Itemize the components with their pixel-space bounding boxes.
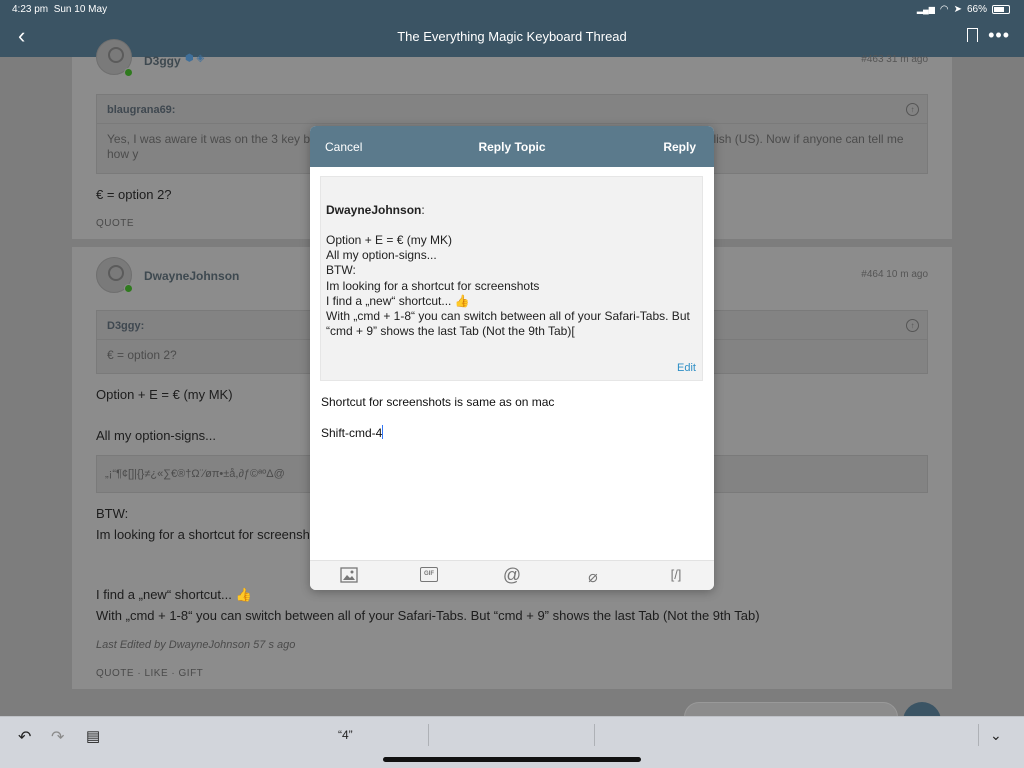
more-icon[interactable]: ••• (988, 26, 1010, 44)
bookmark-icon[interactable] (967, 28, 979, 42)
divider (978, 724, 979, 746)
divider (594, 724, 595, 746)
composer-toolbar: GIF @ ⌀ [/] (310, 560, 714, 590)
quoted-line: I find a „new“ shortcut... 👍 (326, 293, 470, 308)
reply-text-current[interactable]: Shift-cmd-4 (321, 426, 382, 440)
redo-icon[interactable]: ↷ (51, 727, 64, 747)
post-actions[interactable]: QUOTE · LIKE · GIFT (96, 668, 203, 679)
quoted-line: BTW: (326, 263, 356, 278)
modal-title: Reply Topic (478, 140, 546, 154)
status-right: ▂▄▆ ◠ ➤ 66% (917, 4, 1010, 15)
quoted-username-colon: : (421, 203, 425, 217)
paste-icon[interactable]: ▤ (86, 727, 100, 745)
page-title: The Everything Magic Keyboard Thread (397, 29, 627, 44)
reply-button[interactable]: Reply (663, 140, 696, 154)
text-caret (382, 425, 384, 439)
post-meta: #464 10 m ago (861, 269, 928, 280)
quoted-username: DwayneJohnson (326, 203, 422, 217)
quoted-post-box: DwayneJohnson: Option + E = € (my MK) Al… (320, 176, 703, 381)
post-body-line: Option + E = € (my MK) (96, 387, 233, 402)
post-actions[interactable]: QUOTE (96, 218, 134, 229)
home-indicator (383, 757, 641, 762)
online-indicator (124, 284, 133, 293)
status-time-date: 4:23 pm Sun 10 May (12, 4, 107, 15)
jump-up-icon[interactable]: ↑ (906, 319, 919, 332)
modal-header: Cancel Reply Topic Reply (310, 126, 714, 167)
dismiss-keyboard-icon[interactable]: ⌄ (990, 727, 1002, 744)
mention-icon[interactable]: @ (502, 565, 522, 585)
post-username[interactable]: D3ggy (144, 54, 181, 68)
gif-label: GIF (420, 567, 438, 582)
nav-actions: ••• (967, 26, 1010, 44)
quote-username: blaugrana69: (97, 95, 927, 124)
code-icon[interactable]: [/] (663, 567, 689, 585)
top-bar: 4:23 pm Sun 10 May ▂▄▆ ◠ ➤ 66% ‹ The Eve… (0, 0, 1024, 57)
battery-icon (992, 5, 1010, 14)
attachment-icon[interactable]: ⌀ (583, 567, 603, 586)
status-date: Sun 10 May (53, 4, 108, 15)
post-body-line: BTW: (96, 506, 129, 521)
quoted-text: Option + E = € (my MK) All my option-sig… (326, 233, 698, 339)
wifi-icon: ◠ (939, 4, 949, 15)
reply-text-line[interactable]: Shortcut for screenshots is same as on m… (321, 395, 554, 409)
quoted-username-line: DwayneJohnson: (326, 203, 425, 217)
image-icon[interactable] (339, 567, 359, 585)
last-edited-note: Last Edited by DwayneJohnson 57 s ago (96, 639, 296, 651)
reply-topic-modal: Cancel Reply Topic Reply DwayneJohnson: … (310, 126, 714, 590)
quoted-line: All my option-signs... (326, 248, 437, 263)
quoted-line: Option + E = € (my MK) (326, 233, 453, 247)
quoted-line: Im looking for a shortcut for screenshot… (326, 278, 540, 293)
post-body: € = option 2? (96, 187, 172, 202)
divider (428, 724, 429, 746)
post-body-line: All my option-signs... (96, 428, 216, 443)
post-body-line: I find a „new“ shortcut... 👍 (96, 587, 252, 602)
quoted-line: With „cmd + 1-8“ you can switch between … (326, 309, 690, 339)
gif-icon[interactable]: GIF (420, 567, 440, 585)
post-meta: #463 31 m ago (861, 54, 928, 65)
predictive-suggestion[interactable]: “4” (338, 728, 353, 742)
reply-text-line[interactable]: Shift-cmd-4 (321, 425, 384, 440)
post-body-line: With „cmd + 1-8“ you can switch between … (96, 608, 760, 623)
edit-quote-link[interactable]: Edit (677, 362, 696, 374)
jump-up-icon[interactable]: ↑ (906, 103, 919, 116)
battery-percent: 66% (966, 4, 987, 15)
verified-badge-icon: ⬢ ◈ (185, 53, 205, 64)
post-username[interactable]: DwayneJohnson (144, 269, 239, 283)
status-time: 4:23 pm (12, 4, 49, 15)
status-bar: 4:23 pm Sun 10 May ▂▄▆ ◠ ➤ 66% (0, 0, 1024, 20)
post-body-line: Im looking for a shortcut for screensh (96, 527, 310, 542)
location-icon: ➤ (953, 4, 962, 15)
online-indicator (124, 68, 133, 77)
undo-icon[interactable]: ↶ (18, 727, 31, 747)
signal-icon: ▂▄▆ (916, 5, 935, 14)
